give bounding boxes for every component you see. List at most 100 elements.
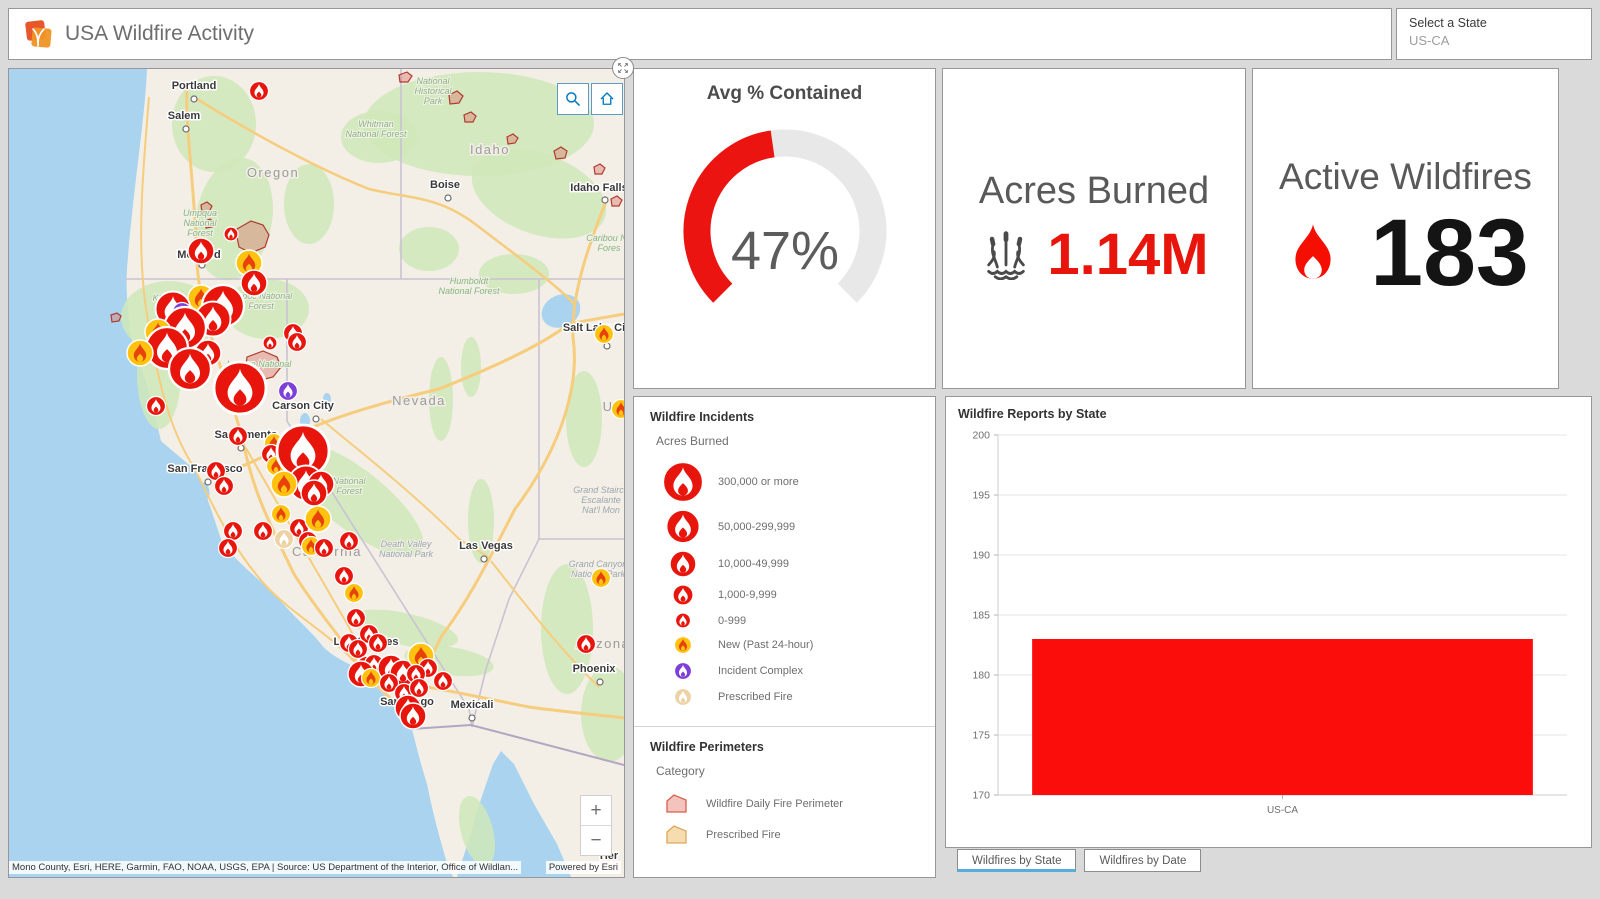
fire-size-icon: [674, 612, 692, 629]
wildfire-marker-complex[interactable]: [277, 380, 299, 402]
map-home-button[interactable]: [591, 83, 623, 115]
legend-incidents-subtitle: Acres Burned: [656, 434, 729, 448]
wildfire-marker-red[interactable]: [262, 335, 278, 351]
wetland-plant-icon: [987, 231, 1026, 280]
x-axis-label: US-CA: [1267, 805, 1298, 816]
wildfire-marker-new[interactable]: [270, 470, 298, 498]
wildfire-marker-red[interactable]: [367, 632, 389, 654]
legend-item: 10,000-49,999: [650, 547, 919, 581]
wildfire-marker-red[interactable]: [432, 670, 454, 692]
wildfire-marker-red[interactable]: [212, 360, 268, 416]
app-logo-icon: [25, 20, 52, 48]
wildfire-marker-red[interactable]: [252, 520, 274, 542]
wildfire-marker-red[interactable]: [575, 633, 597, 655]
wildfire-marker-new[interactable]: [593, 323, 615, 345]
wildfire-marker-new[interactable]: [590, 567, 612, 589]
wildfire-marker-red[interactable]: [338, 530, 360, 552]
wildfire-map[interactable]: PortlandSalemMedfordBoiseIdaho FallsSalt…: [8, 68, 625, 878]
wildfire-marker-new[interactable]: [126, 339, 154, 367]
wildfire-marker-red[interactable]: [408, 677, 430, 699]
map-search-button[interactable]: [557, 83, 589, 115]
header: USA Wildfire Activity: [8, 8, 1392, 60]
state-selector-label: Select a State: [1409, 16, 1487, 30]
state-selector[interactable]: Select a State US-CA: [1396, 8, 1592, 60]
wildfire-marker-red[interactable]: [167, 346, 213, 392]
svg-text:200: 200: [972, 430, 990, 442]
map-canvas[interactable]: PortlandSalemMedfordBoiseIdaho FallsSalt…: [9, 69, 624, 877]
wildfire-marker-red[interactable]: [399, 702, 427, 730]
wildfire-marker-red[interactable]: [240, 269, 268, 297]
wildfire-perimeter[interactable]: [110, 312, 122, 323]
expand-icon: [618, 63, 628, 73]
wildfire-marker-red[interactable]: [345, 607, 367, 629]
map-label: Phoenix: [573, 663, 617, 675]
wildfire-marker-prescribed[interactable]: [673, 687, 693, 707]
wildfire-bar-chart: 170 175 180 185 190 195 200 US-CA: [972, 430, 1567, 816]
forest-area: [399, 227, 459, 271]
map-label: Idaho: [470, 142, 510, 157]
wildfire-marker-red[interactable]: [672, 584, 694, 606]
wildfire-marker-new[interactable]: [360, 667, 382, 689]
wildfire-marker-red[interactable]: [145, 395, 167, 417]
map-zoom-control: + −: [580, 795, 612, 856]
wildfire-marker-red[interactable]: [217, 537, 239, 559]
legend-item: New (Past 24-hour): [650, 632, 919, 658]
wildfire-marker-prescribed[interactable]: [273, 528, 295, 550]
wildfire-marker-red[interactable]: [313, 537, 335, 559]
tab-wildfires-by-state[interactable]: Wildfires by State: [957, 849, 1077, 872]
wildfire-marker-red[interactable]: [669, 550, 697, 578]
map-label: Idaho Falls: [570, 182, 624, 194]
map-label: Nevada: [392, 393, 446, 408]
legend-perimeters-title: Wildfire Perimeters: [650, 740, 764, 754]
flame-icon: [1295, 223, 1331, 279]
legend-item-label: 1,000-9,999: [718, 589, 777, 601]
svg-text:185: 185: [972, 610, 990, 622]
legend-item: Prescribed Fire: [650, 684, 919, 710]
wildfire-marker-red[interactable]: [248, 80, 270, 102]
fire-size-icon: [669, 550, 697, 578]
wildfire-marker-red[interactable]: [286, 331, 308, 353]
tab-wildfires-by-date[interactable]: Wildfires by Date: [1084, 849, 1202, 872]
home-icon: [600, 92, 614, 105]
wildfire-marker-red[interactable]: [674, 612, 692, 629]
map-expand-button[interactable]: [612, 57, 634, 79]
gauge-panel: Avg % Contained 47%: [633, 68, 936, 389]
wildfire-marker-red[interactable]: [227, 425, 249, 447]
svg-text:195: 195: [972, 490, 990, 502]
forest-area: [461, 337, 481, 397]
page-title: USA Wildfire Activity: [65, 22, 255, 45]
fire-size-icon: [665, 509, 701, 544]
wildfire-marker-red[interactable]: [222, 520, 244, 542]
wildfire-marker-red[interactable]: [665, 509, 701, 544]
legend-item: 50,000-299,999: [650, 506, 919, 547]
svg-text:190: 190: [972, 550, 990, 562]
wildfire-marker-complex[interactable]: [673, 661, 693, 681]
wildfire-marker-new[interactable]: [673, 635, 693, 655]
map-label: Portland: [172, 80, 217, 92]
search-icon: [566, 92, 581, 107]
wildfire-marker-red[interactable]: [213, 475, 235, 497]
map-label: National Forest: [332, 476, 366, 496]
wildfire-marker-new[interactable]: [343, 582, 365, 604]
legend-item-label: 300,000 or more: [718, 476, 799, 488]
city-dot: [444, 194, 452, 202]
wildfire-marker-red[interactable]: [333, 565, 355, 587]
wildfire-marker-new[interactable]: [304, 505, 332, 533]
legend-item: Incident Complex: [650, 658, 919, 684]
wildfire-marker-red[interactable]: [223, 226, 239, 242]
city-dot: [312, 415, 320, 423]
wildfire-marker-red[interactable]: [661, 461, 705, 503]
wildfire-marker-red[interactable]: [347, 638, 369, 660]
legend-item: 300,000 or more: [650, 458, 919, 506]
fire-type-icon: [673, 635, 693, 655]
wildfire-marker-red[interactable]: [187, 237, 215, 265]
wildfire-marker-new[interactable]: [270, 503, 292, 525]
zoom-out-button[interactable]: −: [581, 826, 611, 855]
wildfire-marker-red[interactable]: [300, 479, 328, 507]
zoom-in-button[interactable]: +: [581, 796, 611, 826]
legend-incident-items: 300,000 or more 50,000-299,999 10,000-49,9…: [650, 458, 919, 710]
city-dot: [596, 678, 604, 686]
legend-perimeters-subtitle: Category: [656, 764, 705, 778]
bar-us-ca[interactable]: [1032, 639, 1533, 795]
state-selector-value[interactable]: US-CA: [1409, 33, 1579, 48]
